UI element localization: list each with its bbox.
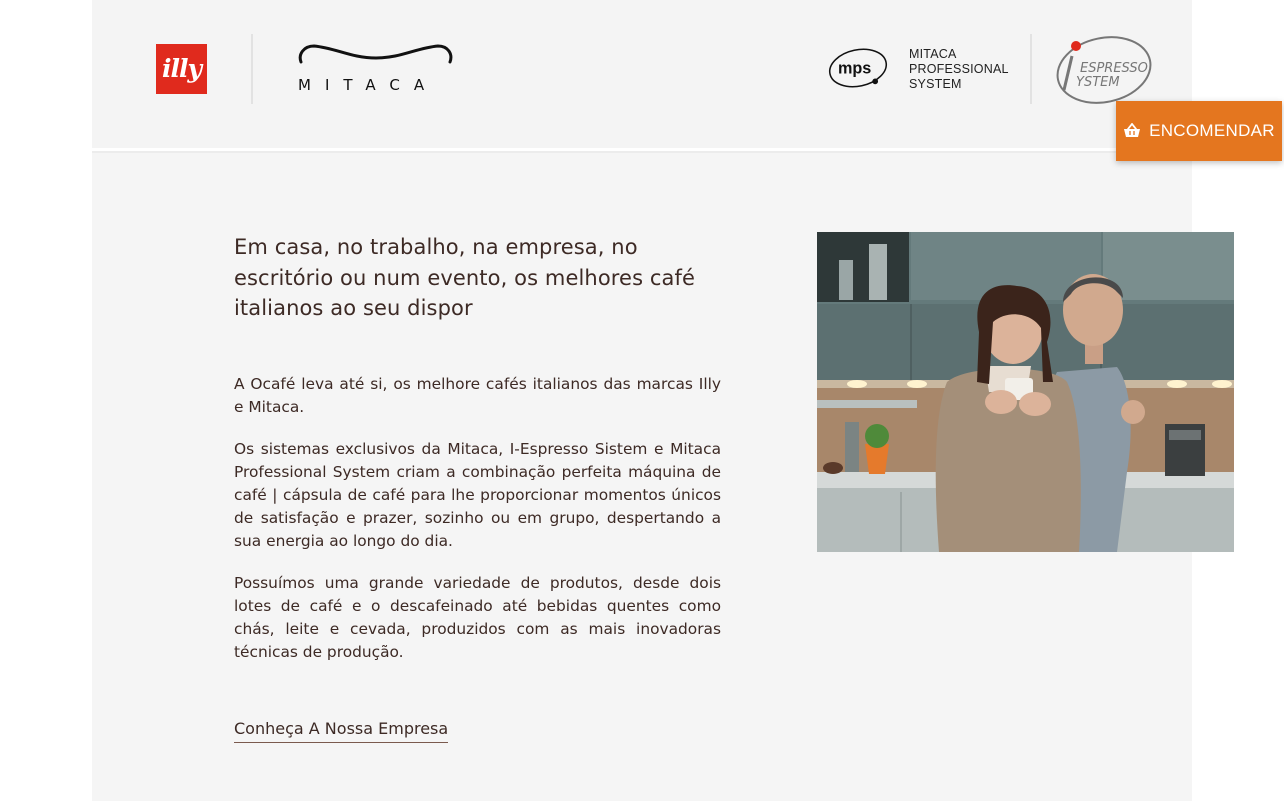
i-espresso-system-logo[interactable]: ESPRESSO YSTEM: [1052, 34, 1156, 106]
header: illy MITACA mps MITACA PROFESSIONAL SYST…: [92, 0, 1192, 151]
intro-paragraph: A Ocafé leva até si, os melhore cafés it…: [234, 375, 721, 416]
page-container: illy MITACA mps MITACA PROFESSIONAL SYST…: [92, 0, 1234, 801]
page-headline: Em casa, no trabalho, na empresa, no esc…: [234, 235, 696, 320]
couple-coffee-photo: [817, 232, 1234, 552]
mitaca-wordmark: MITACA: [298, 76, 439, 94]
order-button[interactable]: ENCOMENDAR: [1116, 101, 1282, 161]
logo-divider: [1030, 34, 1032, 104]
mps-oval-icon: mps: [828, 48, 888, 88]
logo-divider: [251, 34, 253, 104]
mitaca-logo[interactable]: MITACA: [296, 40, 456, 100]
mps-logo[interactable]: mps MITACA PROFESSIONAL SYSTEM: [826, 44, 1009, 96]
company-link[interactable]: Conheça A Nossa Empresa: [234, 717, 449, 743]
ies-line1-text: ESPRESSO: [1080, 61, 1148, 76]
intro-paragraph: Os sistemas exclusivos da Mitaca, I-Espr…: [234, 440, 721, 550]
intro-text: A Ocafé leva até si, os melhore cafés it…: [234, 373, 721, 683]
intro-paragraph: Possuímos uma grande variedade de produt…: [234, 574, 721, 661]
mitaca-swoosh-icon: [298, 44, 453, 64]
mps-caption: MITACA PROFESSIONAL SYSTEM: [909, 47, 1009, 91]
order-button-label: ENCOMENDAR: [1149, 121, 1275, 140]
mps-badge-text: mps: [838, 60, 871, 78]
basket-icon: [1124, 123, 1141, 137]
ies-line2-text: YSTEM: [1076, 75, 1120, 90]
illy-logo[interactable]: illy: [156, 44, 207, 94]
